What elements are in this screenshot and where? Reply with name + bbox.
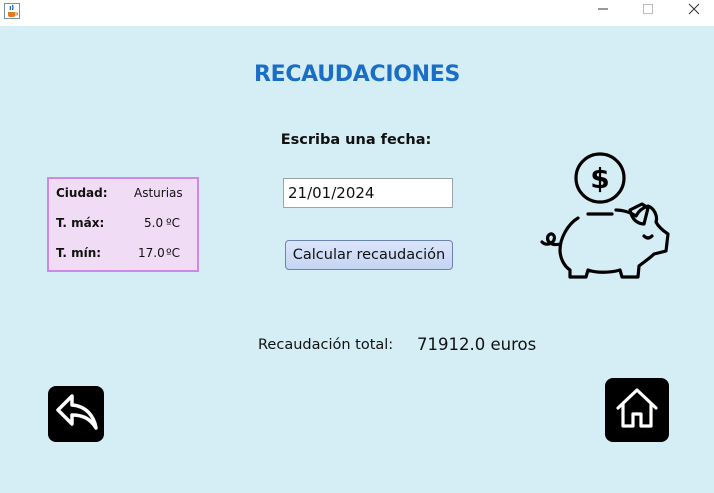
java-cup-icon xyxy=(4,3,20,19)
weather-panel: Ciudad: Asturias T. máx: 5.0 ºC T. mín: … xyxy=(47,177,199,272)
min-temp-label: T. mín: xyxy=(56,246,102,260)
maximize-icon xyxy=(642,2,654,20)
max-temp-label: T. máx: xyxy=(56,216,105,230)
max-temp-value: 5.0 xyxy=(144,216,164,230)
max-temp-unit: ºC xyxy=(166,216,181,230)
city-value: Asturias xyxy=(134,186,183,200)
weather-max-row: T. máx: 5.0 ºC xyxy=(56,216,186,234)
page-title: RECAUDACIONES xyxy=(253,62,461,87)
min-temp-unit: ºC xyxy=(166,246,181,260)
home-button[interactable] xyxy=(605,378,669,442)
total-label: Recaudación total: xyxy=(258,337,394,353)
back-button[interactable] xyxy=(48,386,104,442)
total-value: 71912.0 euros xyxy=(417,335,537,354)
svg-text:$: $ xyxy=(590,162,609,195)
date-prompt-label: Escriba una fecha: xyxy=(280,132,432,148)
main-panel: RECAUDACIONES Escriba una fecha: Calcula… xyxy=(0,26,714,493)
date-input[interactable] xyxy=(283,178,453,208)
title-bar xyxy=(0,0,714,26)
calculate-button[interactable]: Calcular recaudación xyxy=(285,240,453,270)
weather-min-row: T. mín: 17.0 ºC xyxy=(56,246,186,264)
back-arrow-icon xyxy=(52,388,100,441)
minimize-button[interactable] xyxy=(580,0,626,22)
weather-city-row: Ciudad: Asturias xyxy=(56,186,186,204)
city-label: Ciudad: xyxy=(56,186,108,200)
maximize-button[interactable] xyxy=(625,0,671,22)
home-icon xyxy=(613,384,661,437)
close-button[interactable] xyxy=(671,0,714,22)
piggy-bank-icon: $ xyxy=(538,150,674,282)
minimize-icon xyxy=(597,2,609,20)
close-icon xyxy=(688,2,700,20)
min-temp-value: 17.0 xyxy=(138,246,165,260)
